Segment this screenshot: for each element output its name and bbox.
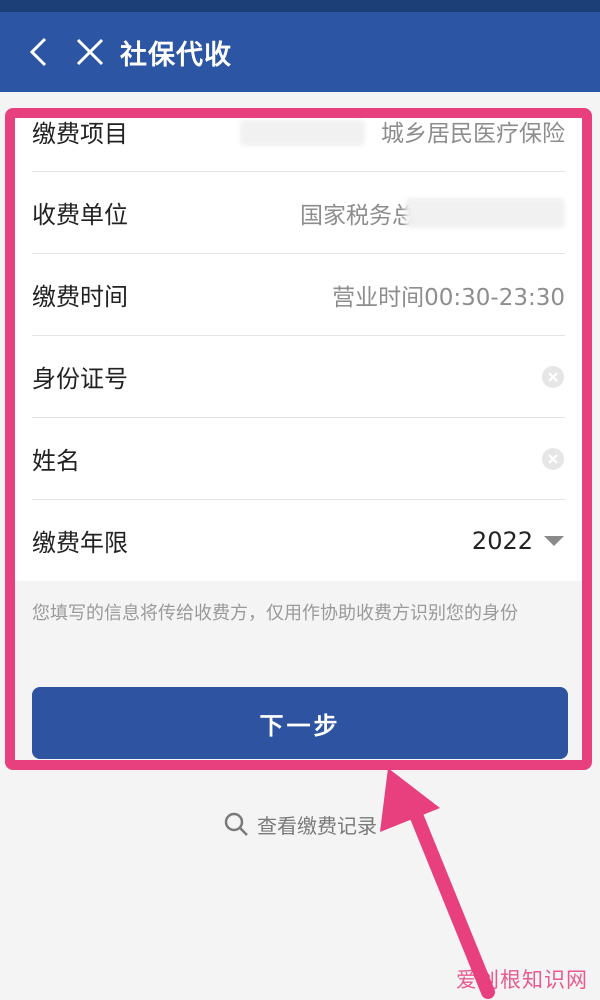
watermark-text: 爱创根知识网 <box>456 968 588 992</box>
annotation-arrow <box>380 768 495 999</box>
